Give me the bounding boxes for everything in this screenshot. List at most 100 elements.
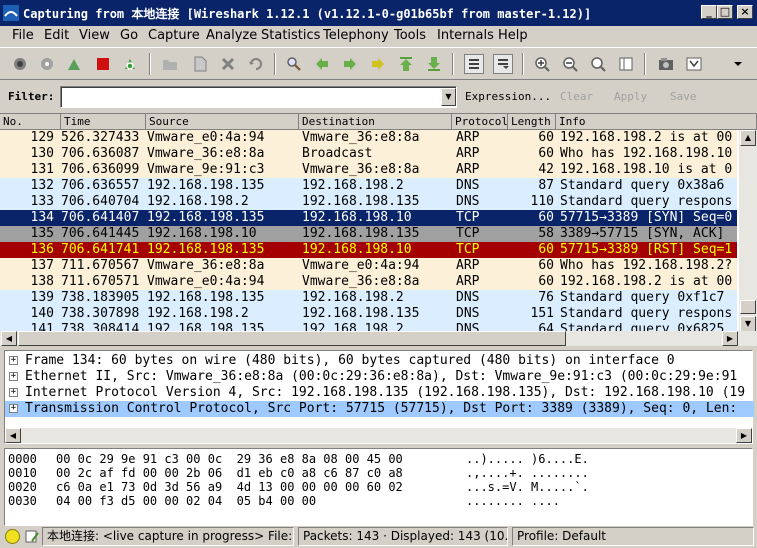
normal-size-icon[interactable]: [588, 54, 608, 74]
capture-comment-icon[interactable]: [24, 529, 40, 544]
expand-icon[interactable]: +: [9, 356, 18, 365]
menu-edit[interactable]: Edit: [44, 28, 69, 43]
toolbar-overflow-chevron-icon[interactable]: [728, 54, 748, 74]
display-filters-icon[interactable]: [684, 54, 704, 74]
restart-capture-icon[interactable]: [120, 54, 140, 74]
column-header-time[interactable]: Time: [61, 114, 146, 130]
filter-dropdown-chevron-icon[interactable]: ▼: [441, 88, 456, 106]
expression-button[interactable]: Expression...: [465, 90, 551, 103]
packet-row[interactable]: 137 711.670567 Vmware_36:e8:8a Vmware_e0:4a…: [0, 258, 737, 274]
clear-button[interactable]: Clear: [560, 90, 593, 103]
capture-filters-icon[interactable]: [656, 54, 676, 74]
menu-internals[interactable]: Internals: [437, 28, 494, 43]
auto-scroll-icon[interactable]: [493, 54, 513, 74]
resize-columns-icon[interactable]: [616, 54, 636, 74]
menu-telephony[interactable]: Telephony: [323, 28, 389, 43]
menu-analyze[interactable]: Analyze: [206, 28, 257, 43]
menu-capture[interactable]: Capture: [148, 28, 200, 43]
packet-row[interactable]: 133 706.640704 192.168.198.2 192.168.198.13…: [0, 194, 737, 210]
packet-protocol-cell: ARP: [456, 274, 480, 289]
packet-destination-cell: 192.168.198.10: [302, 242, 412, 257]
window-title: Capturing from 本地连接 [Wireshark 1.12.1 (v…: [23, 7, 592, 21]
detail-row-ethernet[interactable]: + Ethernet II, Src: Vmware_36:e8:8a (00:…: [5, 369, 754, 385]
go-back-icon[interactable]: [312, 54, 332, 74]
column-header-length[interactable]: Length: [508, 114, 556, 130]
column-header-protocol[interactable]: Protocol: [452, 114, 508, 130]
packet-row[interactable]: 132 706.636557 192.168.198.135 192.168.198.…: [0, 178, 737, 194]
menu-tools[interactable]: Tools: [394, 28, 426, 43]
column-header-source[interactable]: Source: [146, 114, 299, 130]
close-button[interactable]: ×: [737, 5, 753, 19]
minimize-button[interactable]: _: [701, 5, 717, 19]
packet-destination-cell: 192.168.198.2: [302, 178, 404, 193]
expert-info-icon[interactable]: [5, 529, 20, 544]
menu-go[interactable]: Go: [120, 28, 138, 43]
apply-button[interactable]: Apply: [614, 90, 647, 103]
packet-row[interactable]: 130 706.636087 Vmware_36:e8:8a Broadcast ARP…: [0, 146, 737, 162]
packet-source-cell: 192.168.198.135: [147, 290, 265, 305]
horizontal-scroll-thumb[interactable]: [18, 331, 566, 346]
interfaces-icon[interactable]: [10, 54, 30, 74]
packet-row[interactable]: 138 711.670571 Vmware_e0:4a:94 Vmware_36:e8…: [0, 274, 737, 290]
details-horizontal-scrollbar[interactable]: ◀ ▶: [5, 428, 752, 443]
packet-destination-cell: Vmware_e0:4a:94: [302, 258, 420, 273]
packet-destination-cell: Broadcast: [302, 146, 373, 161]
expand-icon[interactable]: +: [9, 404, 18, 413]
scroll-up-button[interactable]: ▲: [740, 130, 756, 146]
bytes-row: 0020 c6 0a e1 73 0d 3d 56 a9 4d 13 00 00 …: [8, 480, 589, 494]
packet-row[interactable]: 136 706.641741 192.168.198.135 192.168.198.…: [0, 242, 737, 258]
close-file-icon[interactable]: [218, 54, 238, 74]
column-header-destination[interactable]: Destination: [299, 114, 452, 130]
column-header-info[interactable]: Info: [556, 114, 757, 130]
go-first-packet-icon[interactable]: [396, 54, 416, 74]
zoom-in-icon[interactable]: [532, 54, 552, 74]
zoom-out-icon[interactable]: [560, 54, 580, 74]
packet-list-horizontal-scrollbar[interactable]: ◀ ▶: [0, 331, 757, 346]
column-header-no[interactable]: No.: [0, 114, 61, 130]
packet-protocol-cell: ARP: [456, 258, 480, 273]
menu-file[interactable]: File: [12, 28, 34, 43]
bytes-row: 0000 00 0c 29 9e 91 c3 00 0c 29 36 e8 8a …: [8, 452, 589, 466]
packet-row[interactable]: 129 526.327433 Vmware_e0:4a:94 Vmware_36:e8…: [0, 130, 737, 146]
open-icon[interactable]: [160, 54, 180, 74]
detail-row-tcp[interactable]: + Transmission Control Protocol, Src Por…: [5, 401, 754, 417]
profile-status[interactable]: Profile: Default: [512, 527, 754, 546]
packet-source-cell: 192.168.198.135: [147, 178, 265, 193]
capture-status: 本地连接: <live capture in progress> File: .…: [42, 527, 294, 546]
save-icon[interactable]: [190, 54, 210, 74]
packet-list-vertical-scrollbar[interactable]: ▲ ▼: [739, 130, 757, 332]
expand-icon[interactable]: +: [9, 388, 18, 397]
packet-time-cell: 706.641741: [61, 242, 140, 257]
reload-icon[interactable]: [246, 54, 266, 74]
colorize-icon[interactable]: [464, 54, 484, 74]
packet-row[interactable]: 134 706.641407 192.168.198.135 192.168.198.…: [0, 210, 737, 226]
packet-source-cell: Vmware_9e:91:c3: [147, 162, 265, 177]
packet-row[interactable]: 135 706.641445 192.168.198.10 192.168.198.1…: [0, 226, 737, 242]
scroll-right-button[interactable]: ▶: [722, 331, 738, 346]
scroll-right-button[interactable]: ▶: [736, 428, 752, 443]
start-capture-icon[interactable]: [64, 54, 84, 74]
scroll-down-button[interactable]: ▼: [740, 316, 756, 332]
scroll-left-button[interactable]: ◀: [5, 428, 21, 443]
menu-help[interactable]: Help: [498, 28, 528, 43]
go-last-packet-icon[interactable]: [424, 54, 444, 74]
save-filter-button[interactable]: Save: [670, 90, 697, 103]
options-icon[interactable]: [37, 54, 57, 74]
packet-row[interactable]: 140 738.307898 192.168.198.2 192.168.198.13…: [0, 306, 737, 322]
detail-row-frame[interactable]: + Frame 134: 60 bytes on wire (480 bits)…: [5, 353, 754, 369]
menu-statistics[interactable]: Statistics: [261, 28, 320, 43]
expand-icon[interactable]: +: [9, 372, 18, 381]
filter-input[interactable]: [60, 86, 457, 108]
packet-row[interactable]: 131 706.636099 Vmware_9e:91:c3 Vmware_36:e8…: [0, 162, 737, 178]
menu-view[interactable]: View: [79, 28, 110, 43]
maximize-button[interactable]: □: [717, 5, 733, 19]
find-packet-icon[interactable]: [284, 54, 304, 74]
detail-row-ipv4[interactable]: + Internet Protocol Version 4, Src: 192.…: [5, 385, 754, 401]
packet-row[interactable]: 139 738.183905 192.168.198.135 192.168.198.…: [0, 290, 737, 306]
stop-capture-icon[interactable]: [93, 54, 113, 74]
toolbar-separator: [644, 53, 646, 75]
go-forward-icon[interactable]: [340, 54, 360, 74]
scroll-thumb[interactable]: [740, 300, 756, 314]
scroll-left-button[interactable]: ◀: [1, 331, 17, 346]
go-to-packet-icon[interactable]: [368, 54, 388, 74]
